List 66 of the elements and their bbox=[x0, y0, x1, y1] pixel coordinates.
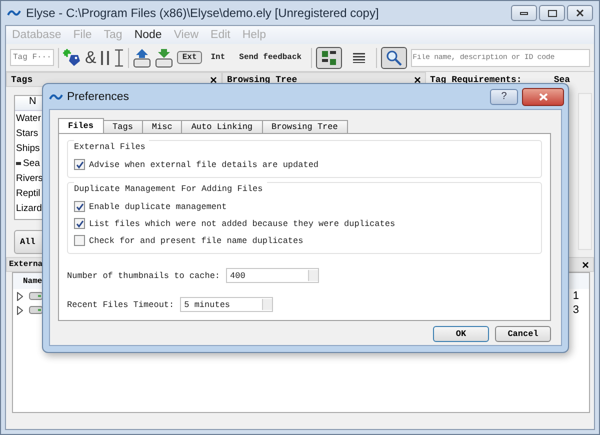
dialog-title: Preferences bbox=[67, 90, 130, 102]
checkbox[interactable] bbox=[74, 218, 85, 229]
panel-title: Browsing Tree bbox=[227, 74, 298, 84]
window-title: Elyse - C:\Program Files (x86)\Elyse\demo.ely [Unregistered copy] bbox=[26, 6, 380, 20]
panel-title: Externa bbox=[9, 260, 43, 269]
maximize-button[interactable] bbox=[539, 5, 565, 21]
tab[interactable]: Misc bbox=[142, 120, 182, 133]
menu-item[interactable]: Node bbox=[134, 29, 162, 41]
close-icon[interactable]: × bbox=[414, 72, 421, 86]
close-button[interactable] bbox=[567, 5, 593, 21]
list-item[interactable]: Lizard bbox=[16, 203, 42, 214]
drive-icon bbox=[29, 306, 43, 314]
spin-field[interactable]: 5 minutes bbox=[180, 297, 274, 312]
panel-title: Tags bbox=[11, 74, 33, 84]
checkbox-label: Enable duplicate management bbox=[89, 202, 227, 212]
close-button[interactable] bbox=[522, 88, 564, 106]
import-icon[interactable] bbox=[155, 48, 174, 68]
list-item[interactable]: Sea bbox=[23, 158, 40, 169]
tab[interactable]: Auto Linking bbox=[181, 120, 263, 133]
export-icon[interactable] bbox=[133, 48, 152, 68]
add-tag-icon[interactable] bbox=[63, 48, 81, 66]
parallel-bars-icon[interactable] bbox=[100, 50, 110, 66]
list-item[interactable]: Rivers bbox=[16, 173, 43, 184]
ok-button[interactable]: OK bbox=[433, 326, 489, 342]
maximize-icon[interactable] bbox=[548, 10, 556, 16]
checkbox[interactable] bbox=[74, 235, 85, 246]
send-feedback-button[interactable]: Send feedback bbox=[234, 51, 307, 64]
scrollbar[interactable] bbox=[578, 93, 592, 250]
tab[interactable]: Tags bbox=[102, 120, 143, 133]
wave-logo-icon bbox=[49, 92, 63, 100]
list-view-icon bbox=[352, 52, 365, 62]
close-icon[interactable]: × bbox=[210, 72, 217, 86]
help-button[interactable]: ? bbox=[490, 88, 518, 104]
cancel-button[interactable]: Cancel bbox=[495, 326, 551, 342]
tag-filter-field[interactable]: Tag F··· bbox=[10, 49, 54, 66]
field-label: Recent Files Timeout: bbox=[67, 300, 174, 310]
minimize-icon[interactable] bbox=[520, 12, 528, 14]
checkbox-label: Check for and present file name duplicates bbox=[89, 236, 304, 246]
tab[interactable]: Browsing Tree bbox=[262, 120, 348, 133]
spin-field[interactable]: 400 bbox=[226, 268, 320, 283]
table-cell: 3 bbox=[572, 304, 579, 316]
list-item[interactable]: Stars bbox=[16, 128, 38, 139]
drive-icon bbox=[29, 292, 43, 300]
view-mode-button[interactable] bbox=[316, 46, 342, 68]
table-cell: 1 bbox=[572, 290, 579, 302]
checkbox[interactable] bbox=[74, 201, 85, 212]
tab[interactable]: Files bbox=[58, 118, 104, 133]
checkbox[interactable] bbox=[74, 159, 85, 170]
group-title: Duplicate Management For Adding Files bbox=[74, 182, 267, 196]
wave-logo-icon bbox=[7, 9, 21, 17]
minimize-button[interactable] bbox=[511, 5, 537, 21]
requirement-value: Sea bbox=[554, 74, 570, 84]
split-view-icon bbox=[320, 50, 337, 66]
list-item[interactable]: Water bbox=[16, 113, 41, 124]
list-item[interactable]: Ships bbox=[16, 143, 40, 154]
list-item[interactable]: Reptil bbox=[16, 188, 40, 199]
checkbox-label: Advise when external file details are updated bbox=[89, 160, 319, 170]
close-icon[interactable]: × bbox=[582, 258, 589, 272]
search-button[interactable] bbox=[380, 46, 407, 68]
ext-toggle[interactable]: Ext bbox=[177, 51, 202, 64]
i-beam-icon[interactable] bbox=[114, 48, 124, 66]
field-label: Number of thumbnails to cache: bbox=[67, 270, 220, 280]
int-toggle[interactable]: Int bbox=[206, 51, 230, 64]
and-operator-button[interactable]: & bbox=[85, 48, 96, 68]
close-icon[interactable] bbox=[576, 9, 584, 17]
checkbox-label: List files which were not added because they were duplicates bbox=[89, 218, 396, 228]
